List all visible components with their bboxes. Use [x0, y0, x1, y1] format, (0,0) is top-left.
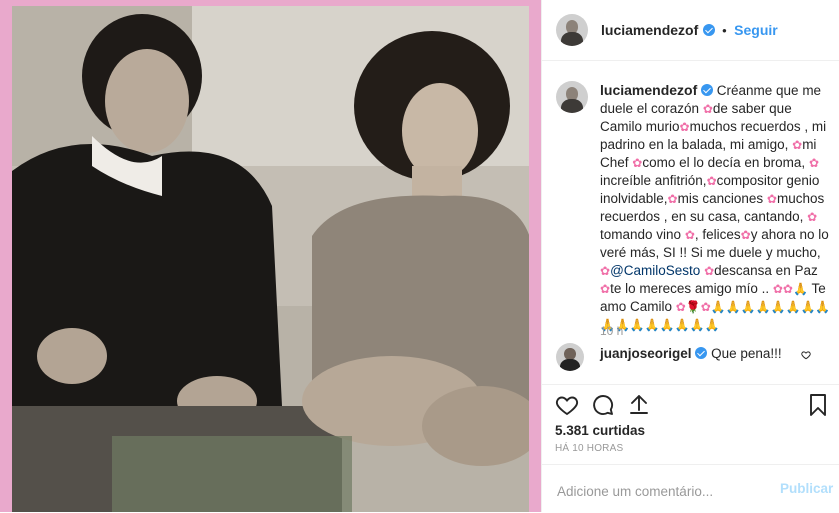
caption-text: Créanme que me duele el corazón ✿de sabe…	[600, 83, 830, 332]
caption-username[interactable]: luciamendezof	[600, 82, 697, 98]
mention-link[interactable]: @CamiloSesto	[610, 263, 700, 278]
emoji: ✿	[600, 264, 611, 278]
post-side-panel: luciamendezof • Seguir luciamendezof Cré…	[541, 0, 839, 512]
author-username[interactable]: luciamendezof	[601, 22, 698, 38]
emoji: ✿	[702, 102, 713, 116]
emoji: ✿✿🙏	[772, 282, 808, 296]
reply-comment: juanjoseorigel Que pena!!!	[600, 346, 782, 361]
heart-icon[interactable]	[555, 393, 579, 417]
caption-segment: descansa en Paz	[714, 263, 818, 278]
comment-icon[interactable]	[591, 393, 615, 417]
post-photo-frame	[0, 0, 541, 512]
caption-segment: te lo mereces amigo mío ..	[610, 281, 773, 296]
post-caption: luciamendezof Créanme que me duele el co…	[600, 81, 832, 334]
reply-text: Que pena!!!	[711, 346, 782, 361]
comment-input[interactable]	[555, 480, 769, 502]
caption-segment: , felices	[694, 227, 741, 242]
likes-count[interactable]: 5.381 curtidas	[555, 423, 645, 438]
emoji: ✿	[740, 228, 751, 242]
comments-list[interactable]: luciamendezof Créanme que me duele el co…	[542, 61, 839, 383]
author-avatar[interactable]	[556, 14, 588, 46]
small-heart-icon[interactable]	[801, 350, 811, 360]
post-timestamp[interactable]: HÁ 10 HORAS	[555, 443, 623, 454]
emoji: ✿	[684, 228, 695, 242]
header-separator: •	[722, 23, 727, 38]
bookmark-icon[interactable]	[807, 393, 829, 417]
photo-illustration	[12, 6, 529, 512]
caption-time[interactable]: 10 h	[600, 324, 623, 338]
add-comment-bar: Publicar	[542, 464, 839, 513]
caption-segment: como el lo decía en broma,	[642, 155, 809, 170]
caption-segment: increíble anfitrión,	[600, 173, 707, 188]
follow-button[interactable]: Seguir	[734, 22, 778, 38]
emoji: ✿	[679, 120, 690, 134]
caption-avatar[interactable]	[556, 81, 588, 113]
emoji: ✿	[792, 138, 803, 152]
emoji: ✿	[807, 210, 818, 224]
post-header: luciamendezof • Seguir	[542, 0, 839, 61]
post-photo[interactable]	[12, 6, 529, 512]
reply-avatar[interactable]	[556, 343, 584, 371]
emoji: ✿	[766, 192, 777, 206]
verified-badge-icon	[695, 347, 708, 359]
emoji: ✿	[600, 282, 611, 296]
share-icon[interactable]	[627, 393, 651, 417]
emoji: ✿	[667, 192, 678, 206]
emoji: ✿	[808, 156, 819, 170]
post-actions	[542, 384, 839, 425]
reply-username[interactable]: juanjoseorigel	[600, 346, 692, 361]
emoji: ✿	[632, 156, 643, 170]
verified-badge-icon	[701, 84, 714, 96]
verified-badge-icon	[702, 24, 715, 36]
publish-button[interactable]: Publicar	[780, 481, 833, 496]
instagram-post-view: luciamendezof • Seguir luciamendezof Cré…	[0, 0, 839, 512]
caption-segment: tomando vino	[600, 227, 685, 242]
emoji: ✿	[706, 174, 717, 188]
caption-segment: mis canciones	[677, 191, 767, 206]
emoji: ✿	[704, 264, 715, 278]
